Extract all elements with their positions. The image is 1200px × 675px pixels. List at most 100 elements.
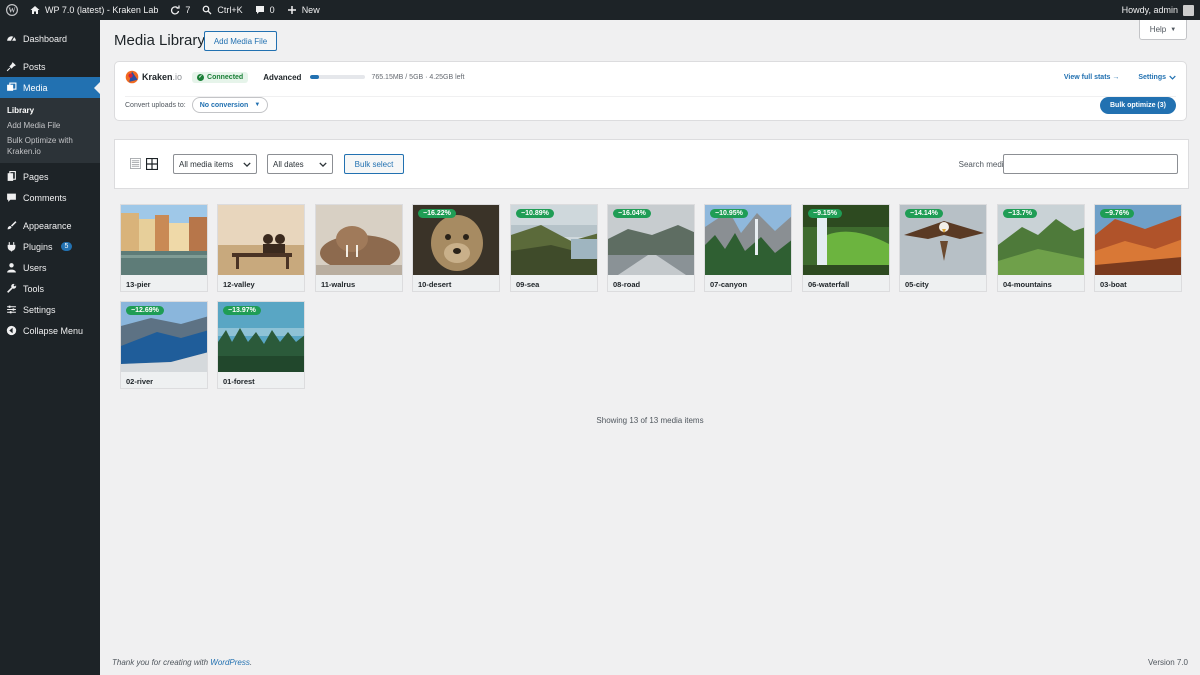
savings-badge: −13.7% [1003, 209, 1037, 218]
savings-badge: −10.89% [516, 209, 554, 218]
view-full-stats-link[interactable]: View full stats → [1064, 74, 1120, 81]
grid-view-icon[interactable] [146, 158, 158, 170]
media-item[interactable]: 11-walrus [315, 204, 403, 292]
media-item-title: 12-valley [218, 275, 304, 291]
media-item[interactable]: −9.76% 03-boat [1094, 204, 1182, 292]
media-item-title: 08-road [608, 275, 694, 291]
media-item-title: 02-river [121, 372, 207, 388]
svg-text:W: W [8, 7, 16, 15]
convert-uploads-select[interactable]: No conversion ▼ [191, 97, 269, 113]
sidebar-item-users[interactable]: Users [0, 257, 100, 278]
sidebar-item-posts[interactable]: Posts [0, 56, 100, 77]
settings-sliders-icon [7, 305, 16, 314]
sidebar-item-dashboard[interactable]: Dashboard [0, 28, 100, 49]
wordpress-logo-icon: W [6, 4, 18, 16]
list-view-icon[interactable] [130, 158, 141, 169]
comment-bubble-icon [255, 6, 264, 14]
savings-badge: −16.04% [613, 209, 651, 218]
dashboard-icon [7, 36, 16, 41]
bulk-optimize-button[interactable]: Bulk optimize (3) [1099, 96, 1176, 114]
sidebar-item-label: Media [23, 82, 48, 93]
media-item-title: 11-walrus [316, 275, 402, 291]
footer-version: Version 7.0 [1147, 658, 1188, 667]
media-item[interactable]: −10.95% 07-canyon [704, 204, 792, 292]
updates-count: 7 [185, 5, 191, 15]
updates-menu[interactable]: 7 [164, 0, 196, 20]
footer-thanks: Thank you for creating with WordPress. [112, 658, 252, 667]
media-item[interactable]: −16.04% 08-road [607, 204, 695, 292]
quota-usage-fill [310, 75, 319, 79]
site-name-menu[interactable]: WP 7.0 (latest) - Kraken Lab [24, 0, 164, 20]
media-item-title: 05-city [900, 275, 986, 291]
sidebar-item-label: Posts [23, 61, 46, 72]
search-media-label: Search media [958, 160, 1008, 169]
pages-icon [7, 171, 16, 181]
sidebar-item-appearance[interactable]: Appearance [0, 215, 100, 236]
submenu-add-media-file[interactable]: Add Media File [0, 118, 100, 133]
media-item[interactable]: −10.89% 09-sea [510, 204, 598, 292]
wordpress-link[interactable]: WordPress [210, 658, 250, 667]
media-item-title: 13-pier [121, 275, 207, 291]
media-item[interactable]: −13.7% 04-mountains [997, 204, 1085, 292]
media-submenu: Library Add Media File Bulk Optimize wit… [0, 98, 100, 163]
media-item[interactable]: 12-valley [217, 204, 305, 292]
admin-bar: W WP 7.0 (latest) - Kraken Lab 7 Ctrl+K … [0, 0, 1200, 20]
quota-usage-text: 765.15MB / 5GB · 4.25GB left [371, 73, 465, 81]
media-item[interactable]: −12.69% 02-river [120, 301, 208, 389]
account-menu[interactable]: Howdy, admin [1116, 0, 1200, 20]
sidebar-item-label: Comments [23, 192, 67, 203]
sidebar-item-settings[interactable]: Settings [0, 299, 100, 320]
connection-status-badge: ✓ Connected [192, 71, 249, 83]
media-item-title: 06-waterfall [803, 275, 889, 291]
submenu-library[interactable]: Library [0, 103, 100, 118]
settings-dropdown-label: Settings [1138, 73, 1166, 81]
chevron-down-icon [1169, 75, 1176, 80]
media-item[interactable]: 13-pier [120, 204, 208, 292]
help-tab[interactable]: Help ▼ [1139, 20, 1187, 40]
media-item[interactable]: −13.97% 01-forest [217, 301, 305, 389]
media-item[interactable]: −16.22% 10-desert [412, 204, 500, 292]
avatar [1183, 4, 1194, 16]
settings-dropdown[interactable]: Settings [1138, 74, 1176, 81]
user-icon [7, 263, 16, 273]
collapse-menu-button[interactable]: Collapse Menu [0, 320, 100, 341]
chevron-down-icon [243, 161, 251, 167]
updates-icon [171, 5, 181, 15]
sidebar-item-pages[interactable]: Pages [0, 166, 100, 187]
submenu-bulk-optimize[interactable]: Bulk Optimize with Kraken.io [0, 133, 100, 159]
sidebar-item-media[interactable]: Media [0, 77, 100, 98]
command-palette[interactable]: Ctrl+K [196, 0, 248, 20]
media-type-filter-value: All media items [179, 159, 234, 169]
media-icon [7, 82, 17, 91]
wordpress-logo-menu[interactable]: W [0, 0, 24, 20]
search-icon [203, 5, 212, 15]
sidebar-item-plugins[interactable]: Plugins 5 [0, 236, 100, 257]
media-toolbar: All media items All dates Bulk select Se… [114, 139, 1189, 189]
savings-badge: −9.15% [808, 209, 842, 218]
media-thumbnail [218, 205, 304, 275]
add-media-file-button[interactable]: Add Media File [204, 31, 277, 51]
date-filter-value: All dates [273, 159, 304, 169]
sidebar-item-label: Collapse Menu [23, 325, 84, 336]
sidebar-item-comments[interactable]: Comments [0, 187, 100, 208]
collapse-arrow-icon [6, 325, 17, 336]
search-media-input[interactable] [1003, 154, 1178, 174]
media-item-title: 09-sea [511, 275, 597, 291]
footer-thanks-text: Thank you for creating with [112, 658, 211, 667]
new-content-menu[interactable]: New [281, 0, 326, 20]
comments-menu[interactable]: 0 [249, 0, 281, 20]
media-item[interactable]: −14.14% 05-city [899, 204, 987, 292]
sidebar-item-label: Appearance [23, 220, 72, 231]
savings-badge: −14.14% [905, 209, 943, 218]
date-filter[interactable]: All dates [267, 154, 333, 174]
media-type-filter[interactable]: All media items [173, 154, 257, 174]
media-thumbnail [121, 205, 207, 275]
sidebar-item-label: Pages [23, 171, 49, 182]
bulk-select-button[interactable]: Bulk select [344, 154, 404, 174]
new-label: New [301, 5, 320, 15]
media-item[interactable]: −9.15% 06-waterfall [802, 204, 890, 292]
savings-badge: −10.95% [710, 209, 748, 218]
home-icon [30, 6, 40, 14]
sidebar-item-tools[interactable]: Tools [0, 278, 100, 299]
kraken-logo-text: Kraken.io [142, 72, 183, 82]
